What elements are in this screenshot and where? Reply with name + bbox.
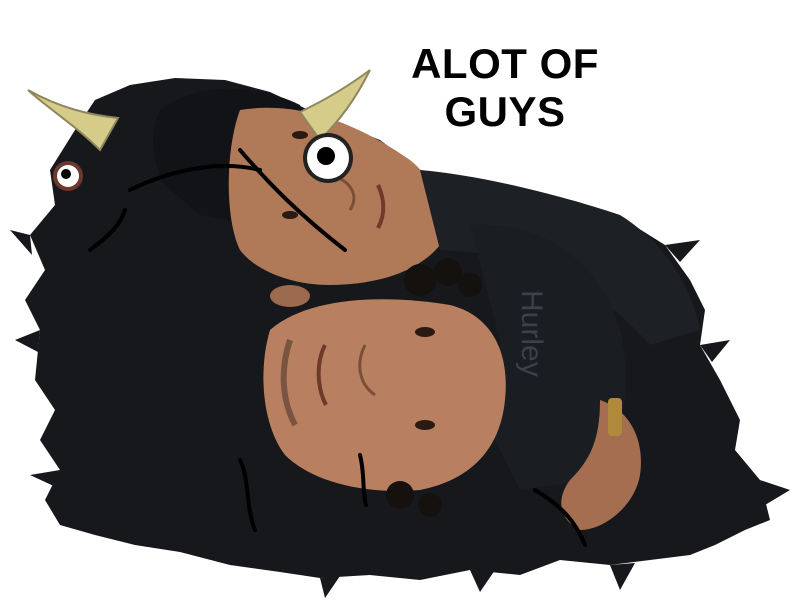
caption-line-2: GUYS <box>444 88 566 135</box>
small-eye-icon <box>53 161 83 191</box>
bottom-boy-eye-right <box>415 420 435 430</box>
meme-canvas: Hurley ALOT OF GUYS <box>0 0 800 600</box>
bottom-boy-face <box>263 299 506 491</box>
watch <box>608 398 622 436</box>
bottom-boy-eye-left <box>415 327 435 337</box>
top-boy-ear <box>270 285 310 307</box>
big-eye-icon <box>303 133 353 183</box>
cap-brand-text: Hurley <box>515 290 548 377</box>
meme-caption: ALOT OF GUYS <box>395 40 615 136</box>
top-boy-eye-left <box>282 211 298 219</box>
top-boy-eye-right <box>292 131 308 139</box>
caption-line-1: ALOT OF <box>411 40 599 87</box>
